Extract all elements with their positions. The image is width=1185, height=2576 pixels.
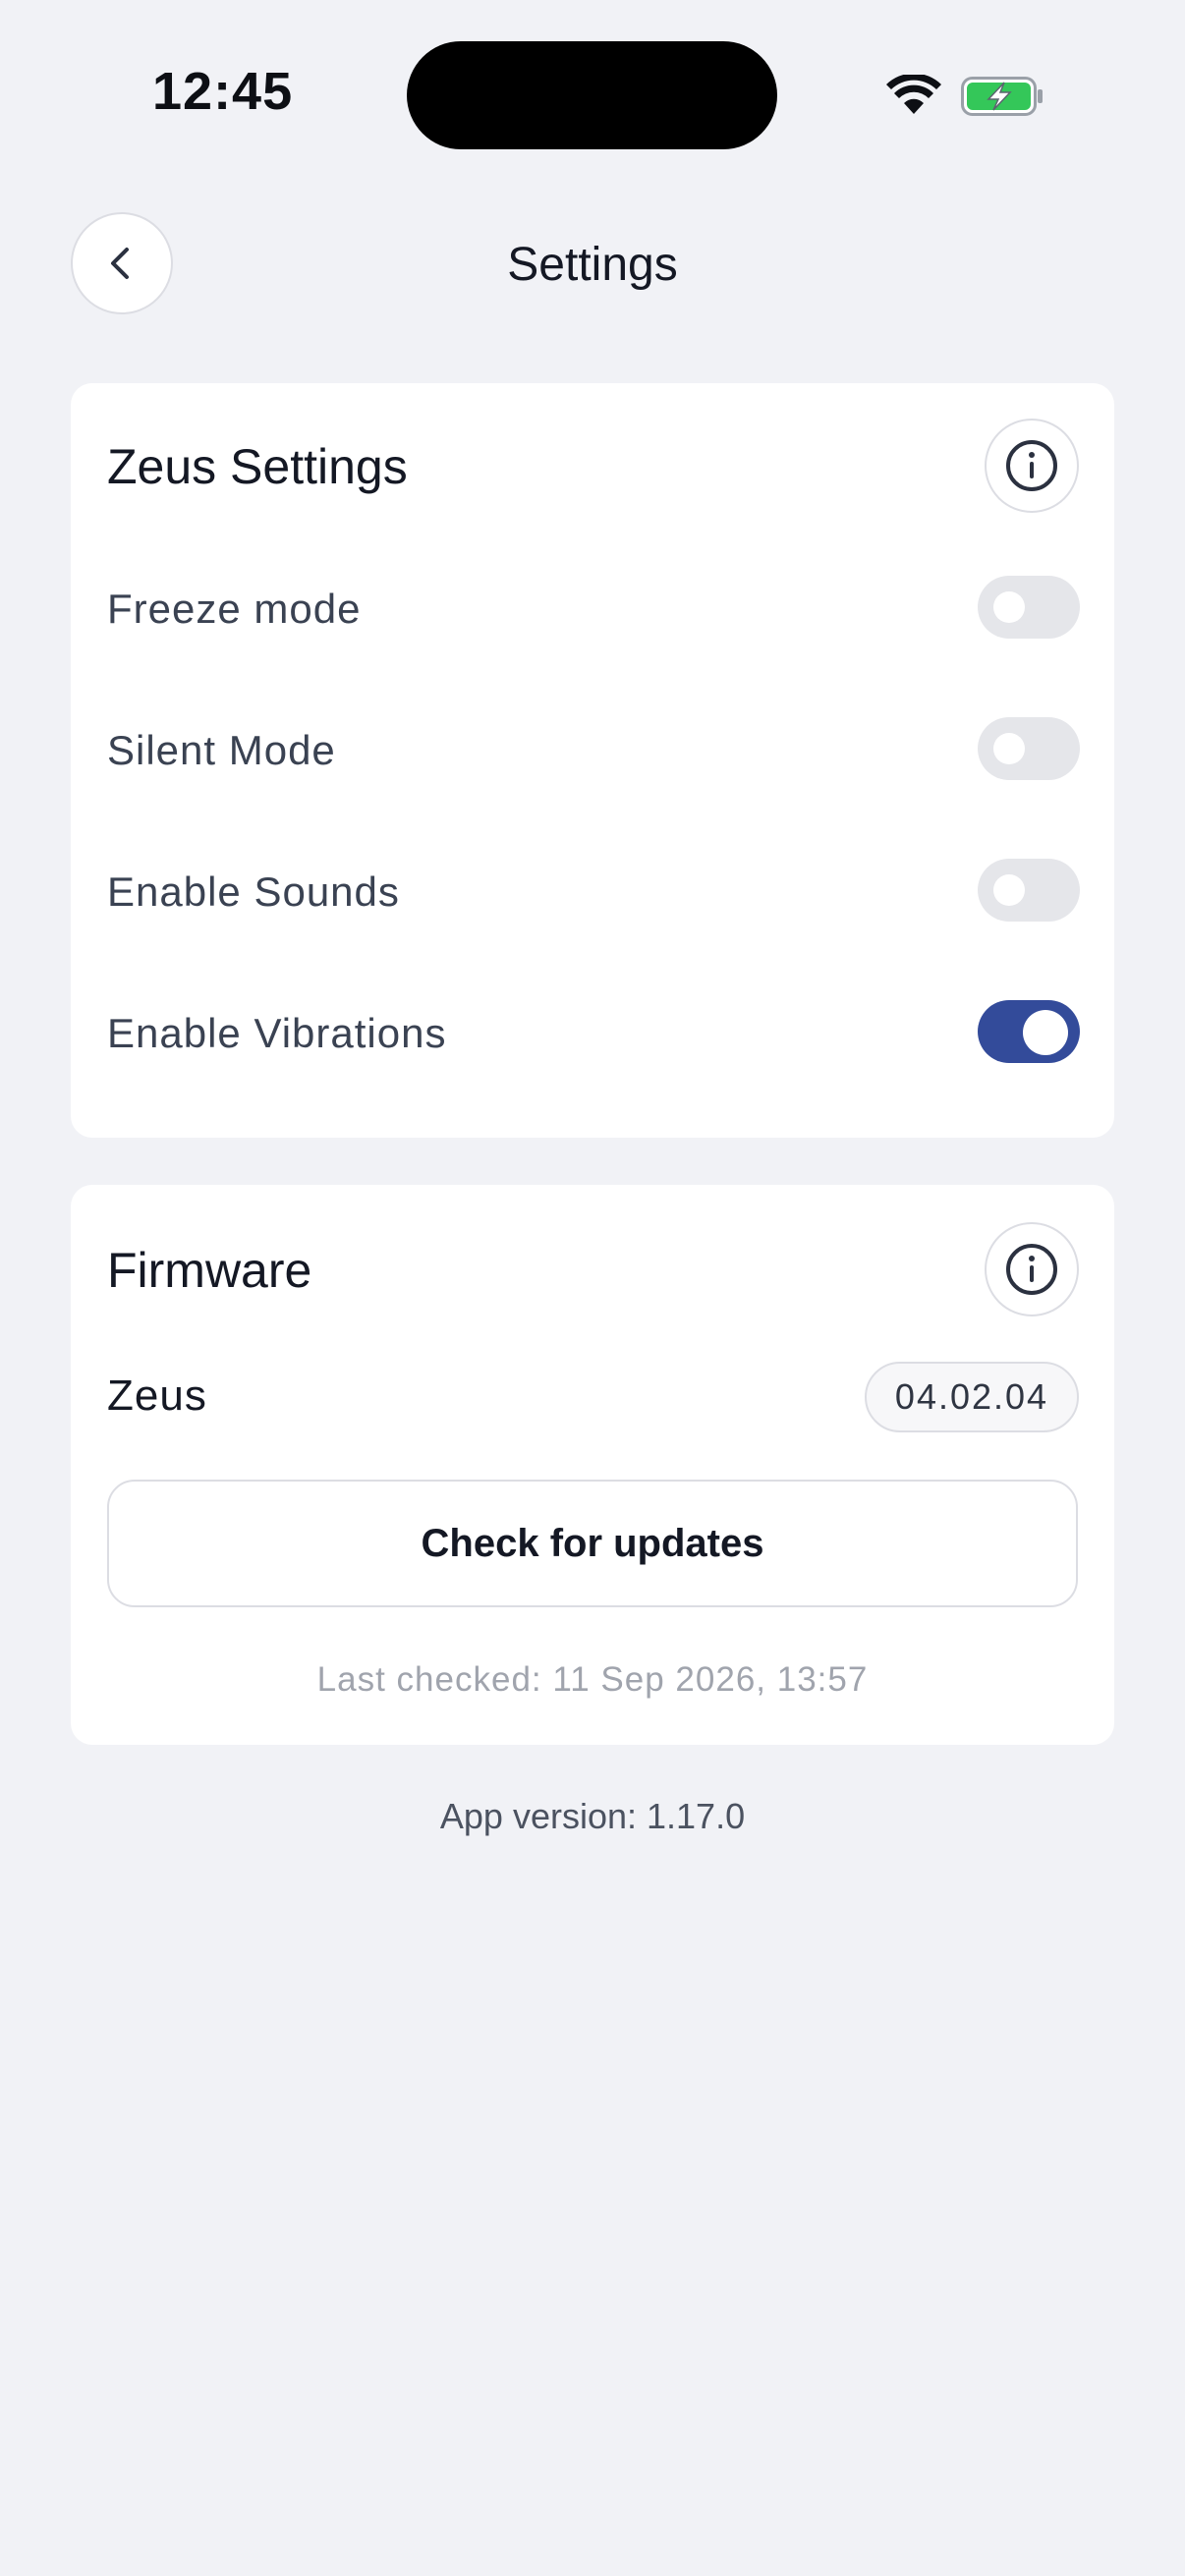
toggle-row-enable-sounds: Enable Sounds — [107, 859, 1080, 927]
firmware-version-badge: 04.02.04 — [865, 1362, 1079, 1432]
toggle-knob — [993, 733, 1025, 764]
zeus-settings-card: Zeus Settings Freeze mode Silent Mode En… — [71, 383, 1114, 1138]
dynamic-island — [407, 41, 777, 149]
silent-mode-toggle[interactable] — [978, 717, 1080, 780]
firmware-device-label: Zeus — [107, 1372, 207, 1420]
toggle-row-silent-mode: Silent Mode — [107, 717, 1080, 786]
info-icon — [1006, 1244, 1057, 1295]
firmware-card: Firmware Zeus 04.02.04 Check for updates… — [71, 1185, 1114, 1745]
app-version-text: App version: 1.17.0 — [439, 1796, 746, 1836]
enable-vibrations-toggle[interactable] — [978, 1000, 1080, 1063]
toggle-row-freeze-mode: Freeze mode — [107, 576, 1080, 644]
wifi-icon — [886, 75, 941, 114]
status-time: 12:45 — [152, 62, 294, 121]
freeze-mode-toggle[interactable] — [978, 576, 1080, 639]
zeus-settings-title: Zeus Settings — [107, 439, 408, 494]
toggle-knob — [1023, 1010, 1068, 1055]
toggle-label: Silent Mode — [107, 727, 336, 773]
zeus-settings-info-button[interactable] — [985, 419, 1079, 513]
check-for-updates-button[interactable]: Check for updates — [107, 1480, 1078, 1607]
battery-charging-icon — [961, 77, 1043, 116]
firmware-info-button[interactable] — [985, 1222, 1079, 1316]
last-checked-text: Last checked: 11 Sep 2026, 13:57 — [316, 1660, 869, 1699]
toggle-knob — [993, 591, 1025, 623]
toggle-label: Enable Vibrations — [107, 1010, 447, 1056]
status-bar: 12:45 — [0, 0, 1185, 187]
header: Settings — [0, 206, 1185, 324]
toggle-label: Enable Sounds — [107, 868, 400, 915]
info-icon — [1006, 440, 1057, 491]
page-title: Settings — [507, 239, 678, 291]
toggle-row-enable-vibrations: Enable Vibrations — [107, 1000, 1080, 1069]
enable-sounds-toggle[interactable] — [978, 859, 1080, 922]
toggle-label: Freeze mode — [107, 586, 362, 632]
toggle-knob — [993, 874, 1025, 906]
firmware-title: Firmware — [107, 1243, 312, 1298]
